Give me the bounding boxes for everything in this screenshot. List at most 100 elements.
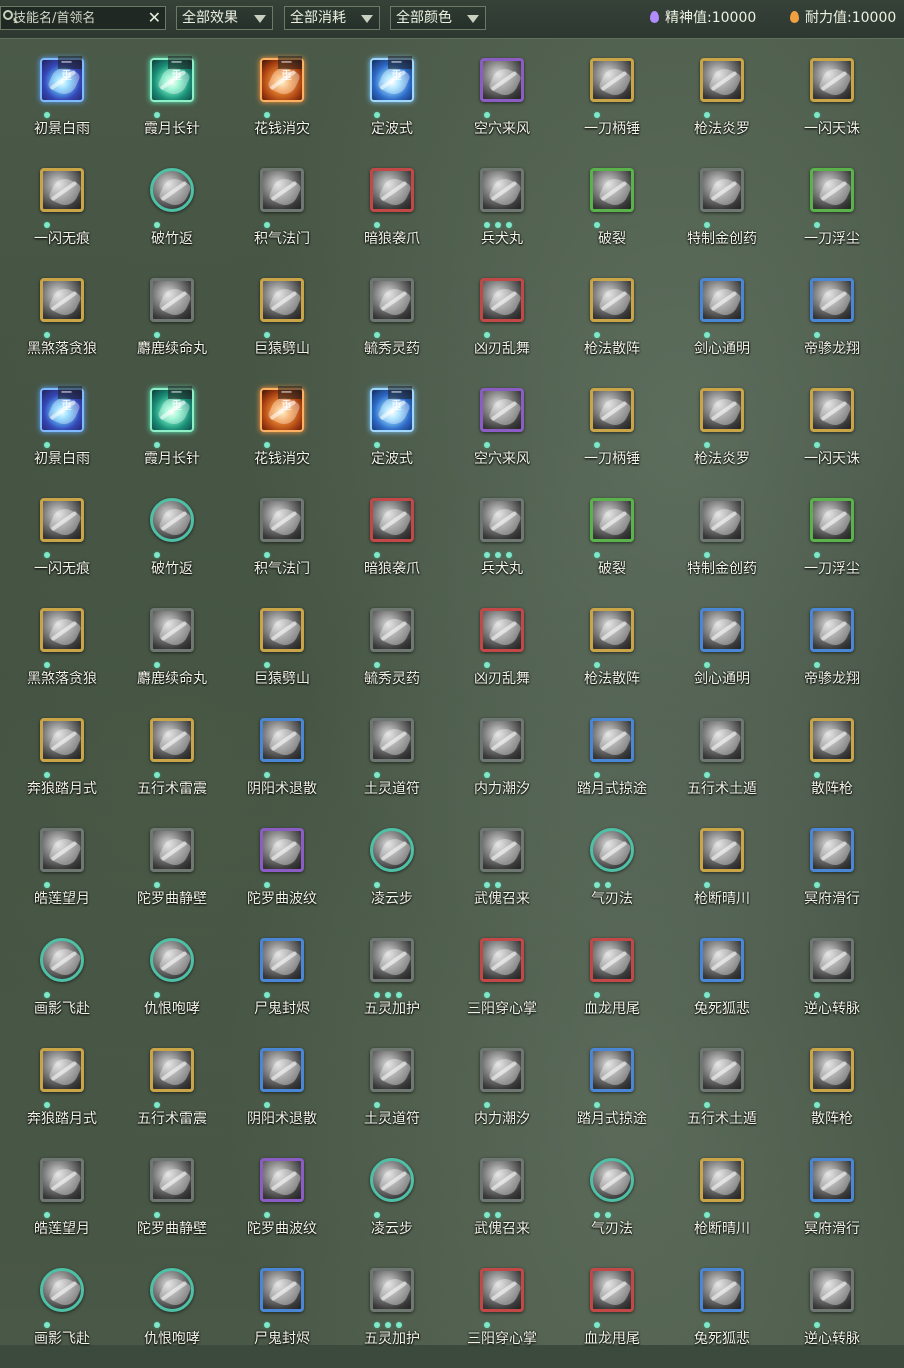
skill-icon[interactable]: 一重 (370, 56, 414, 102)
skill-slot[interactable]: 奔狼踏月式 (0, 1038, 110, 1148)
skill-icon[interactable] (150, 1048, 194, 1092)
skill-icon[interactable] (260, 1048, 304, 1092)
color-filter-dropdown[interactable]: 全部颜色 (390, 6, 486, 30)
skill-icon[interactable]: 一重 (370, 386, 414, 432)
skill-slot[interactable]: 枪法散阵 (550, 268, 660, 378)
skill-slot[interactable]: 黑煞落贪狼 (0, 598, 110, 708)
skill-slot[interactable]: 麝鹿续命丸 (110, 268, 220, 378)
skill-slot[interactable]: 一闪无痕 (0, 488, 110, 598)
skill-slot[interactable]: 画影飞赴 (0, 1258, 110, 1368)
skill-slot[interactable]: 陀罗曲波纹 (220, 1148, 330, 1258)
skill-icon[interactable] (260, 1268, 304, 1312)
skill-slot[interactable]: 尸鬼封烬 (220, 1258, 330, 1368)
skill-icon[interactable] (480, 938, 524, 982)
search-input[interactable] (13, 9, 141, 27)
skill-icon[interactable] (480, 498, 524, 542)
skill-icon[interactable] (370, 168, 414, 212)
skill-icon[interactable]: 一重 (260, 386, 304, 432)
skill-icon[interactable] (590, 1268, 634, 1312)
skill-icon[interactable] (260, 168, 304, 212)
skill-slot[interactable]: 积气法门 (220, 488, 330, 598)
skill-icon[interactable] (40, 278, 84, 322)
skill-slot[interactable]: 五行术雷震 (110, 1038, 220, 1148)
skill-slot[interactable]: 画影飞赴 (0, 928, 110, 1038)
skill-icon[interactable] (590, 828, 634, 872)
skill-slot[interactable]: 三阳穿心掌 (440, 1258, 550, 1368)
skill-icon[interactable] (480, 608, 524, 652)
skill-slot[interactable]: 内力潮汐 (440, 708, 550, 818)
skill-icon[interactable] (810, 388, 854, 432)
skill-slot[interactable]: 血龙甩尾 (550, 1258, 660, 1368)
skill-icon[interactable] (810, 1268, 854, 1312)
skill-slot[interactable]: 一重 花钱消灾 (220, 378, 330, 488)
skill-icon[interactable] (590, 608, 634, 652)
skill-slot[interactable]: 冥府滑行 (770, 1148, 880, 1258)
skill-slot[interactable]: 冥府滑行 (770, 818, 880, 928)
skill-icon[interactable] (370, 608, 414, 652)
skill-slot[interactable]: 一刀浮尘 (770, 488, 880, 598)
skill-icon[interactable] (480, 1268, 524, 1312)
skill-slot[interactable]: 剑心通明 (660, 268, 770, 378)
skill-slot[interactable]: 奔狼踏月式 (0, 708, 110, 818)
skill-icon[interactable] (590, 1048, 634, 1092)
skill-slot[interactable]: 散阵枪 (770, 708, 880, 818)
skill-slot[interactable]: 一重 定波式 (330, 48, 440, 158)
skill-slot[interactable]: 枪断晴川 (660, 1148, 770, 1258)
skill-slot[interactable]: 五行术土遁 (660, 1038, 770, 1148)
skill-slot[interactable]: 一刀浮尘 (770, 158, 880, 268)
skill-icon[interactable]: 一重 (260, 56, 304, 102)
skill-icon[interactable] (590, 718, 634, 762)
skill-slot[interactable]: 仇恨咆哮 (110, 928, 220, 1038)
skill-slot[interactable]: 暗狼袭爪 (330, 488, 440, 598)
skill-slot[interactable]: 帝骖龙翔 (770, 598, 880, 708)
skill-slot[interactable]: 帝骖龙翔 (770, 268, 880, 378)
skill-slot[interactable]: 黑煞落贪狼 (0, 268, 110, 378)
skill-slot[interactable]: 五行术土遁 (660, 708, 770, 818)
skill-icon[interactable] (480, 58, 524, 102)
skill-slot[interactable]: 凶刃乱舞 (440, 268, 550, 378)
skill-icon[interactable] (700, 938, 744, 982)
skill-slot[interactable]: 枪法炎罗 (660, 48, 770, 158)
skill-slot[interactable]: 一重 初景白雨 (0, 378, 110, 488)
skill-slot[interactable]: 土灵道符 (330, 708, 440, 818)
skill-icon[interactable] (370, 938, 414, 982)
skill-icon[interactable] (810, 608, 854, 652)
skill-slot[interactable]: 阴阳术退散 (220, 708, 330, 818)
skill-slot[interactable]: 兵犬丸 (440, 158, 550, 268)
skill-slot[interactable]: 阴阳术退散 (220, 1038, 330, 1148)
skill-slot[interactable]: 特制金创药 (660, 158, 770, 268)
skill-icon[interactable] (150, 828, 194, 872)
skill-icon[interactable] (700, 718, 744, 762)
skill-icon[interactable]: 一重 (150, 56, 194, 102)
skill-icon[interactable] (700, 1048, 744, 1092)
skill-slot[interactable]: 散阵枪 (770, 1038, 880, 1148)
skill-slot[interactable]: 一重 定波式 (330, 378, 440, 488)
skill-slot[interactable]: 特制金创药 (660, 488, 770, 598)
skill-icon[interactable] (810, 498, 854, 542)
skill-slot[interactable]: 空穴来风 (440, 378, 550, 488)
skill-icon[interactable] (810, 718, 854, 762)
skill-icon[interactable] (150, 168, 194, 212)
skill-icon[interactable] (810, 1158, 854, 1202)
skill-slot[interactable]: 尸鬼封烬 (220, 928, 330, 1038)
skill-slot[interactable]: 一刀柄锤 (550, 378, 660, 488)
skill-slot[interactable]: 枪断晴川 (660, 818, 770, 928)
skill-icon[interactable] (260, 938, 304, 982)
skill-slot[interactable]: 五灵加护 (330, 1258, 440, 1368)
effect-filter-dropdown[interactable]: 全部效果 (176, 6, 273, 30)
skill-icon[interactable] (810, 168, 854, 212)
skill-slot[interactable]: 血龙甩尾 (550, 928, 660, 1038)
skill-icon[interactable] (40, 938, 84, 982)
skill-slot[interactable]: 一重 霞月长针 (110, 48, 220, 158)
skill-icon[interactable] (590, 168, 634, 212)
skill-slot[interactable]: 巨猿劈山 (220, 268, 330, 378)
skill-slot[interactable]: 一闪无痕 (0, 158, 110, 268)
skill-icon[interactable] (40, 1158, 84, 1202)
skill-slot[interactable]: 空穴来风 (440, 48, 550, 158)
skill-icon[interactable] (260, 278, 304, 322)
skill-icon[interactable] (700, 828, 744, 872)
skill-icon[interactable] (700, 1268, 744, 1312)
skill-slot[interactable]: 麝鹿续命丸 (110, 598, 220, 708)
skill-icon[interactable] (40, 498, 84, 542)
skill-icon[interactable] (480, 718, 524, 762)
